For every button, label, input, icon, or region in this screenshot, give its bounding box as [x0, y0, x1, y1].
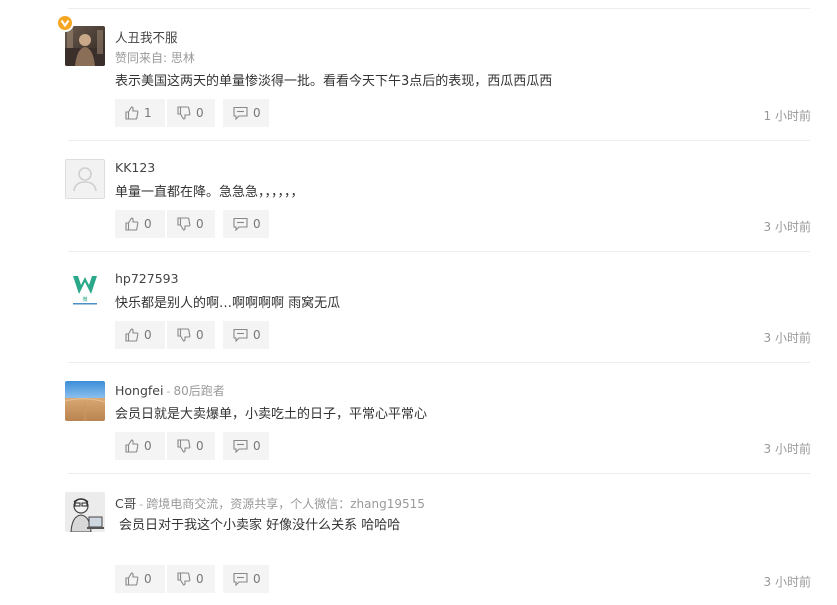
timestamp: 3 小时前 — [763, 331, 811, 345]
title-separator: - — [166, 385, 171, 398]
logo-text: 微 — [82, 296, 87, 303]
reply-count: 0 — [253, 106, 261, 120]
like-button[interactable]: 1 — [115, 99, 165, 127]
divider — [68, 362, 810, 363]
username-line: 人丑我不服 — [115, 27, 178, 46]
verified-badge-icon — [56, 14, 74, 32]
avatar[interactable] — [65, 381, 105, 421]
comment-actions: 1 0 0 — [115, 99, 269, 127]
dislike-button[interactable]: 0 — [167, 99, 215, 127]
thumbs-up-icon — [125, 328, 139, 342]
avatar[interactable] — [65, 159, 105, 199]
like-count: 0 — [144, 572, 152, 586]
dislike-button[interactable]: 0 — [167, 432, 215, 460]
dislike-count: 0 — [196, 106, 204, 120]
reply-count: 0 — [253, 217, 261, 231]
w-logo-icon: 微 — [73, 276, 97, 305]
timestamp: 3 小时前 — [763, 220, 811, 234]
comment-actions: 0 0 0 — [115, 565, 269, 593]
dislike-count: 0 — [196, 217, 204, 231]
default-user-icon — [73, 167, 97, 192]
thumbs-up-icon — [125, 572, 139, 586]
comment-text: 表示美国这两天的单量惨淡得一批。看看今天下午3点后的表现，西瓜西瓜西 — [115, 74, 553, 89]
avatar[interactable] — [65, 492, 105, 532]
divider — [68, 8, 810, 9]
comment-text: 快乐都是别人的啊…啊啊啊啊 雨窝无瓜 — [115, 296, 341, 311]
title-separator: - — [139, 498, 144, 511]
timestamp: 3 小时前 — [763, 575, 811, 589]
thumbs-up-icon — [125, 217, 139, 231]
reply-count: 0 — [253, 328, 261, 342]
username-line: KK123 — [115, 160, 155, 175]
dislike-button[interactable]: 0 — [167, 210, 215, 238]
reply-button[interactable]: 0 — [223, 210, 269, 238]
like-count: 0 — [144, 328, 152, 342]
username[interactable]: KK123 — [115, 160, 155, 175]
thumbs-down-icon — [177, 217, 191, 231]
like-count: 1 — [144, 106, 152, 120]
like-button[interactable]: 0 — [115, 210, 165, 238]
thumbs-down-icon — [177, 572, 191, 586]
comment-text: 会员日就是大卖爆单，小卖吃土的日子，平常心平常心 — [115, 407, 428, 422]
like-button[interactable]: 0 — [115, 565, 165, 593]
reply-button[interactable]: 0 — [223, 321, 269, 349]
agree-line: 赞同来自: 思林 — [115, 49, 195, 66]
thumbs-down-icon — [177, 439, 191, 453]
comment-text: 单量一直都在降。急急急，，，，，， — [115, 185, 304, 200]
dislike-count: 0 — [196, 439, 204, 453]
divider — [68, 140, 810, 141]
username-line: hp727593 — [115, 271, 179, 286]
comment-icon — [233, 217, 248, 231]
reply-count: 0 — [253, 439, 261, 453]
dislike-count: 0 — [196, 328, 204, 342]
timestamp: 1 小时前 — [763, 109, 811, 123]
like-count: 0 — [144, 217, 152, 231]
user-title: 跨境电商交流，资源共享，个人微信：zhang19515 — [146, 497, 425, 511]
comment-icon — [233, 328, 248, 342]
like-count: 0 — [144, 439, 152, 453]
comment-actions: 0 0 0 — [115, 210, 269, 238]
reply-button[interactable]: 0 — [223, 99, 269, 127]
reply-count: 0 — [253, 572, 261, 586]
avatar[interactable] — [65, 26, 105, 66]
thumbs-down-icon — [177, 328, 191, 342]
reply-button[interactable]: 0 — [223, 565, 269, 593]
dislike-count: 0 — [196, 572, 204, 586]
comment-icon — [233, 572, 248, 586]
like-button[interactable]: 0 — [115, 432, 165, 460]
dislike-button[interactable]: 0 — [167, 321, 215, 349]
comment-actions: 0 0 0 — [115, 321, 269, 349]
username[interactable]: 人丑我不服 — [115, 30, 178, 45]
thumbs-up-icon — [125, 439, 139, 453]
username-line: Hongfei -80后跑者 — [115, 382, 225, 399]
comment-text: 会员日对于我这个小卖家 好像没什么关系 哈哈哈 — [119, 518, 401, 533]
dislike-button[interactable]: 0 — [167, 565, 215, 593]
thumbs-up-icon — [125, 106, 139, 120]
divider — [68, 473, 810, 474]
reply-button[interactable]: 0 — [223, 432, 269, 460]
like-button[interactable]: 0 — [115, 321, 165, 349]
username-line: C哥 - 跨境电商交流，资源共享，个人微信：zhang19515 — [115, 493, 425, 512]
comment-actions: 0 0 0 — [115, 432, 269, 460]
timestamp: 3 小时前 — [763, 442, 811, 456]
agree-prefix: 赞同来自: — [115, 51, 168, 65]
agree-name[interactable]: 思林 — [171, 51, 195, 65]
divider — [68, 251, 810, 252]
avatar[interactable]: 微 — [65, 270, 105, 310]
comment-icon — [233, 439, 248, 453]
username[interactable]: Hongfei — [115, 383, 163, 398]
user-title: 80后跑者 — [173, 384, 225, 398]
username[interactable]: hp727593 — [115, 271, 179, 286]
thumbs-down-icon — [177, 106, 191, 120]
comment-icon — [233, 106, 248, 120]
username[interactable]: C哥 — [115, 496, 136, 511]
